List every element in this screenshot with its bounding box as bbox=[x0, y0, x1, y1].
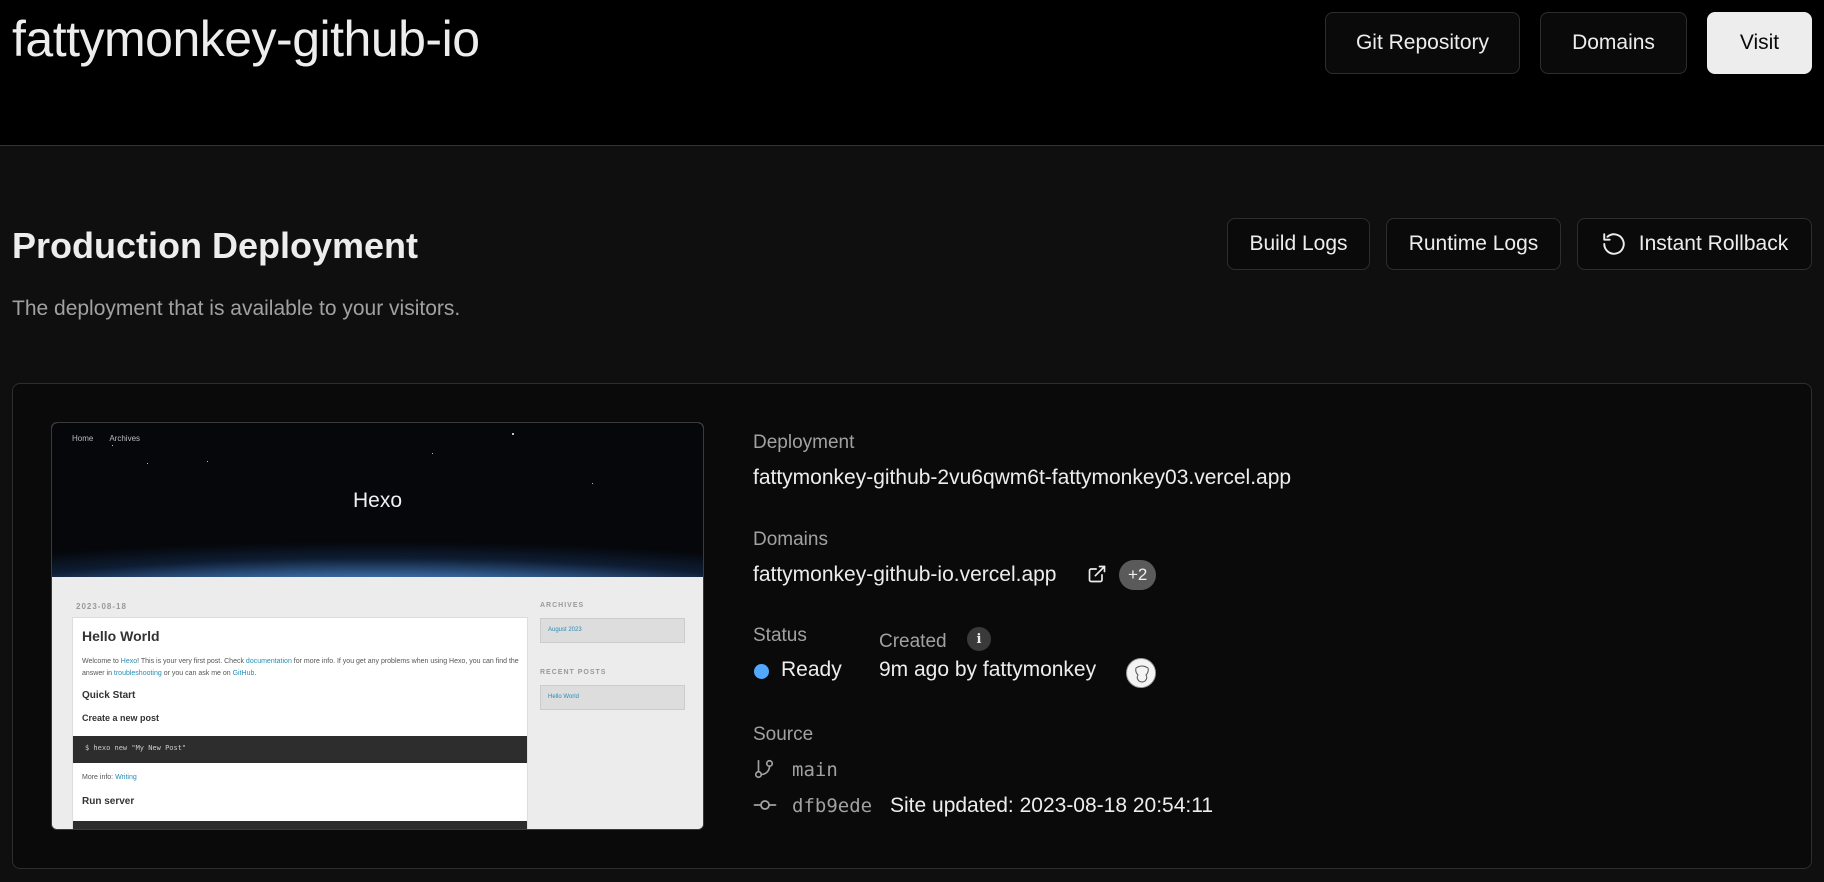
preview-site-title: Hexo bbox=[352, 489, 403, 512]
preview-recent-label: RECENT POSTS bbox=[540, 669, 607, 676]
preview-create-post: Create a new post bbox=[82, 713, 160, 723]
visit-button[interactable]: Visit bbox=[1707, 12, 1812, 74]
preview-more-info: More info: Writing bbox=[82, 774, 137, 781]
deployment-url[interactable]: fattymonkey-github-2vu6qwm6t-fattymonkey… bbox=[753, 466, 1291, 490]
section-subtitle: The deployment that is available to your… bbox=[12, 297, 461, 320]
top-bar: fattymonkey-github-io Git Repository Dom… bbox=[0, 0, 1824, 146]
instant-rollback-button[interactable]: Instant Rollback bbox=[1577, 218, 1812, 270]
preview-post-title: Hello World bbox=[82, 628, 160, 644]
preview-nav-home: Home bbox=[72, 434, 94, 443]
preview-run-server: Run server bbox=[82, 796, 135, 807]
source-label: Source bbox=[753, 724, 814, 745]
commit-hash[interactable]: dfb9ede bbox=[792, 795, 872, 817]
preview-archives-item: August 2023 bbox=[540, 618, 685, 643]
preview-blog-body: 2023-08-18 Hello World Welcome to Hexo! … bbox=[52, 577, 703, 829]
status-value: Ready bbox=[781, 658, 842, 681]
git-commit-icon bbox=[753, 800, 777, 810]
deployment-card: Home Archives Hexo 2023-08-18 Hello Worl… bbox=[12, 383, 1812, 869]
preview-nav-archives: Archives bbox=[109, 434, 141, 443]
preview-post: Hello World Welcome to Hexo! This is you… bbox=[72, 617, 528, 829]
created-value: 9m ago by fattymonkey bbox=[879, 658, 1097, 681]
preview-quick-start: Quick Start bbox=[82, 690, 136, 701]
status-label: Status bbox=[753, 625, 807, 646]
preview-post-intro: Welcome to Hexo! This is your very first… bbox=[82, 658, 519, 677]
commit-message: Site updated: 2023-08-18 20:54:11 bbox=[890, 794, 1214, 817]
info-icon[interactable]: i bbox=[967, 627, 991, 651]
avatar-image bbox=[1128, 660, 1155, 687]
preview-code-block-2: $ hexo server bbox=[73, 821, 527, 829]
section-title: Production Deployment bbox=[12, 225, 419, 266]
domains-label: Domains bbox=[753, 529, 828, 550]
preview-nav: Home Archives bbox=[72, 434, 140, 443]
top-actions: Git Repository Domains Visit bbox=[1325, 12, 1812, 74]
preview-archives-label: ARCHIVES bbox=[540, 602, 585, 609]
project-title: fattymonkey-github-io bbox=[12, 11, 480, 67]
instant-rollback-label: Instant Rollback bbox=[1638, 232, 1789, 255]
external-link-icon[interactable] bbox=[1087, 564, 1107, 584]
preview-recent-item: Hello World bbox=[540, 685, 685, 710]
preview-post-date: 2023-08-18 bbox=[76, 602, 127, 611]
domains-button[interactable]: Domains bbox=[1540, 12, 1687, 74]
build-logs-button[interactable]: Build Logs bbox=[1227, 218, 1370, 270]
runtime-logs-button[interactable]: Runtime Logs bbox=[1386, 218, 1561, 270]
git-branch-icon bbox=[754, 759, 774, 779]
branch-name[interactable]: main bbox=[792, 759, 838, 781]
preview-code-block: $ hexo new "My New Post" bbox=[73, 736, 527, 763]
deployment-label: Deployment bbox=[753, 432, 855, 453]
deployment-preview[interactable]: Home Archives Hexo 2023-08-18 Hello Worl… bbox=[51, 422, 704, 830]
domain-url[interactable]: fattymonkey-github-io.vercel.app bbox=[753, 563, 1057, 587]
status-ready-dot bbox=[754, 664, 769, 679]
rollback-icon bbox=[1603, 233, 1625, 255]
domains-extra-badge[interactable]: +2 bbox=[1119, 560, 1157, 590]
preview-hero: Home Archives Hexo bbox=[52, 423, 703, 577]
avatar[interactable] bbox=[1126, 658, 1156, 688]
git-repository-button[interactable]: Git Repository bbox=[1325, 12, 1520, 74]
section-actions: Build Logs Runtime Logs Instant Rollback bbox=[1227, 218, 1812, 270]
created-label: Created bbox=[879, 631, 947, 652]
